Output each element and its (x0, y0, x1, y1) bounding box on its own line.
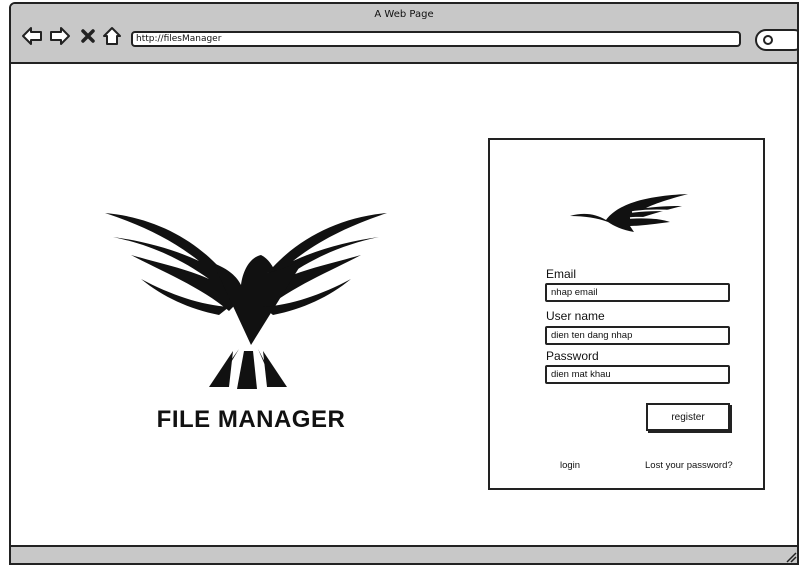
register-panel: Email nhap email User name dien ten dang… (488, 138, 765, 490)
password-field[interactable]: dien mat khau (545, 365, 730, 384)
browser-window: A Web Page http://filesManager FILE MANA… (9, 2, 799, 565)
home-icon[interactable] (101, 25, 123, 47)
email-field[interactable]: nhap email (545, 283, 730, 302)
eagle-logo-icon (105, 213, 387, 389)
close-icon[interactable] (77, 25, 99, 47)
password-label: Password (546, 349, 599, 363)
window-title: A Web Page (374, 9, 434, 20)
title-bar: A Web Page http://filesManager (11, 4, 797, 64)
login-link[interactable]: login (560, 460, 580, 471)
resize-grip-icon[interactable] (785, 551, 797, 563)
arrow-right-icon[interactable] (49, 25, 71, 47)
arrow-left-icon[interactable] (21, 25, 43, 47)
register-button[interactable]: register (646, 403, 730, 431)
bird-logo-icon (570, 194, 688, 232)
lost-password-link[interactable]: Lost your password? (645, 460, 733, 471)
email-label: Email (546, 267, 577, 281)
brand-name: FILE MANAGER (156, 406, 346, 433)
search-icon[interactable] (755, 29, 797, 51)
username-field[interactable]: dien ten dang nhap (545, 326, 730, 345)
address-bar[interactable]: http://filesManager (131, 31, 741, 47)
username-label: User name (546, 309, 605, 323)
status-bar (11, 545, 797, 563)
